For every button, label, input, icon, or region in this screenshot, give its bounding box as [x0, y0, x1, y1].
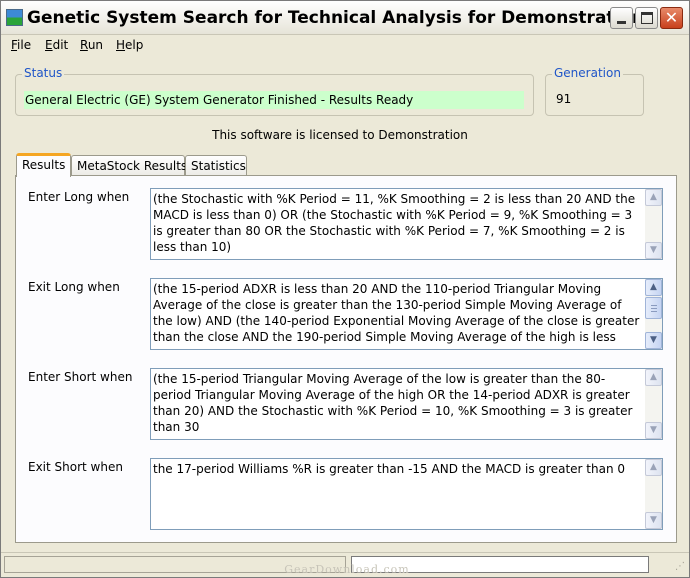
scroll-down-icon[interactable]: ▼	[645, 512, 662, 529]
minimize-button[interactable]	[610, 7, 633, 29]
menu-help[interactable]: Help	[116, 38, 143, 52]
results-panel: Enter Long when (the Stochastic with %K …	[15, 175, 677, 543]
scroll-down-icon[interactable]: ▼	[645, 242, 662, 259]
enter-long-label: Enter Long when	[28, 190, 130, 204]
tab-metastock-results[interactable]: MetaStock Results	[71, 155, 187, 176]
enter-short-text: (the 15-period Triangular Moving Average…	[153, 372, 637, 434]
menu-edit-mnemonic: E	[45, 38, 53, 52]
menu-edit-label: dit	[52, 38, 69, 52]
menu-help-mnemonic: H	[116, 38, 126, 52]
enter-long-scrollbar[interactable]: ▲ ▼	[645, 189, 662, 259]
grip-line	[651, 311, 657, 312]
menu-help-label: elp	[125, 38, 144, 52]
menu-bar: File Edit Run Help	[1, 35, 689, 57]
scroll-up-icon[interactable]: ▲	[645, 279, 662, 296]
enter-long-text: (the Stochastic with %K Period = 11, %K …	[153, 192, 639, 254]
license-text: This software is licensed to Demonstrati…	[212, 128, 468, 142]
scroll-up-icon[interactable]: ▲	[645, 459, 662, 476]
status-group: Status General Electric (GE) System Gene…	[15, 66, 534, 116]
resize-grip-icon[interactable]: ⋰	[675, 561, 687, 573]
generation-group: Generation 91	[545, 66, 644, 116]
tab-statistics[interactable]: Statistics	[185, 155, 247, 176]
title-bar[interactable]: Genetic System Search for Technical Anal…	[1, 1, 689, 35]
scroll-up-icon[interactable]: ▲	[645, 189, 662, 206]
menu-edit[interactable]: Edit	[45, 38, 68, 52]
window-title: Genetic System Search for Technical Anal…	[27, 8, 645, 28]
generation-group-label: Generation	[552, 66, 623, 80]
menu-file[interactable]: File	[11, 38, 31, 52]
exit-short-label: Exit Short when	[28, 460, 123, 474]
exit-short-text: the 17-period Williams %R is greater tha…	[153, 462, 626, 476]
close-button[interactable]: ✕	[660, 7, 683, 29]
minimize-icon	[617, 21, 626, 24]
maximize-button[interactable]	[635, 7, 658, 29]
close-icon: ✕	[664, 8, 679, 27]
scroll-thumb[interactable]	[645, 297, 662, 319]
tab-results[interactable]: Results	[16, 153, 71, 177]
app-icon	[6, 9, 23, 26]
maximize-icon	[641, 12, 653, 24]
scroll-down-icon[interactable]: ▼	[645, 332, 662, 349]
menu-run-label: un	[87, 38, 104, 52]
enter-long-textarea[interactable]: (the Stochastic with %K Period = 11, %K …	[150, 188, 663, 260]
menu-run-mnemonic: R	[80, 38, 88, 52]
enter-short-label: Enter Short when	[28, 370, 133, 384]
watermark: GearDownload.com	[284, 563, 410, 576]
exit-long-scrollbar[interactable]: ▲ ▼	[645, 279, 662, 349]
menu-run[interactable]: Run	[80, 38, 103, 52]
app-window: Genetic System Search for Technical Anal…	[0, 0, 690, 578]
scroll-down-icon[interactable]: ▼	[645, 422, 662, 439]
status-group-label: Status	[22, 66, 65, 80]
enter-short-textarea[interactable]: (the 15-period Triangular Moving Average…	[150, 368, 663, 440]
exit-short-textarea[interactable]: the 17-period Williams %R is greater tha…	[150, 458, 663, 530]
generation-value: 91	[556, 92, 572, 106]
grip-line	[651, 308, 657, 309]
exit-long-textarea[interactable]: (the 15-period ADXR is less than 20 AND …	[150, 278, 663, 350]
grip-line	[651, 305, 657, 306]
status-text: General Electric (GE) System Generator F…	[24, 91, 524, 109]
exit-short-scrollbar[interactable]: ▲ ▼	[645, 459, 662, 529]
exit-long-text: (the 15-period ADXR is less than 20 AND …	[153, 282, 640, 347]
scroll-up-icon[interactable]: ▲	[645, 369, 662, 386]
menu-file-label: ile	[17, 38, 32, 52]
enter-short-scrollbar[interactable]: ▲ ▼	[645, 369, 662, 439]
exit-long-label: Exit Long when	[28, 280, 120, 294]
